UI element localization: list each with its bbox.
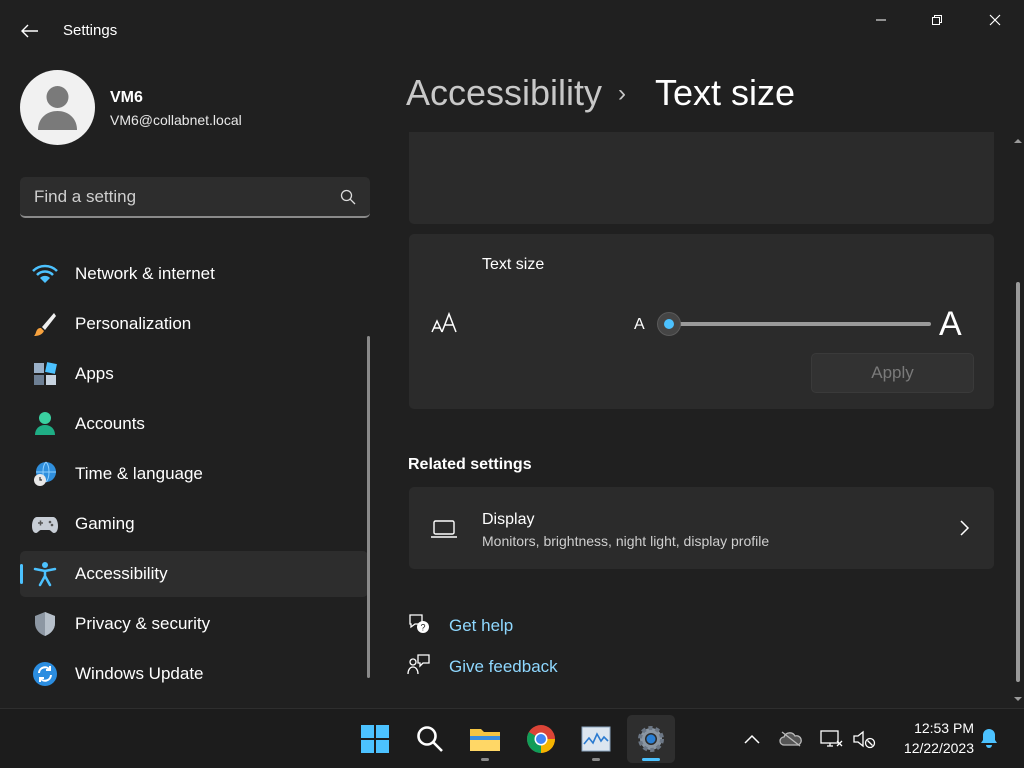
cloud-offline-icon bbox=[779, 731, 802, 747]
sidebar-nav: Network & internet Personalization Apps … bbox=[20, 251, 368, 701]
display-title: Display bbox=[482, 511, 535, 528]
apps-icon bbox=[32, 361, 58, 387]
minimize-button[interactable] bbox=[861, 8, 901, 32]
text-size-slider[interactable] bbox=[669, 322, 931, 326]
active-indicator bbox=[642, 758, 660, 761]
text-size-title: Text size bbox=[482, 256, 545, 273]
running-indicator bbox=[481, 758, 489, 761]
chevron-right-icon bbox=[960, 520, 970, 536]
start-icon bbox=[361, 725, 389, 753]
accounts-icon bbox=[32, 411, 58, 437]
scroll-up-icon[interactable] bbox=[1013, 136, 1023, 146]
text-preview-card bbox=[409, 132, 994, 224]
taskbar: 12:53 PM 12/22/2023 bbox=[0, 708, 1024, 768]
clock-time[interactable]: 12:53 PM bbox=[896, 720, 974, 736]
sidebar-item-label: Network & internet bbox=[75, 264, 215, 283]
breadcrumb-parent[interactable]: Accessibility bbox=[406, 72, 602, 114]
sidebar-item-gaming[interactable]: Gaming bbox=[20, 501, 368, 547]
volume-tray[interactable] bbox=[851, 727, 877, 751]
taskbar-chrome[interactable] bbox=[517, 715, 565, 763]
close-icon bbox=[989, 14, 1001, 26]
task-manager-icon bbox=[581, 726, 611, 752]
apply-button[interactable]: Apply bbox=[811, 353, 974, 393]
get-help-link[interactable]: Get help bbox=[449, 616, 513, 636]
arrow-left-icon bbox=[21, 24, 38, 38]
search-icon bbox=[417, 726, 443, 752]
search-box[interactable] bbox=[20, 177, 370, 218]
sidebar-item-label: Apps bbox=[75, 364, 114, 383]
network-disconnected-icon bbox=[820, 730, 843, 747]
sidebar-item-label: Time & language bbox=[75, 464, 203, 483]
sidebar-item-accounts[interactable]: Accounts bbox=[20, 401, 368, 447]
sidebar-item-personalization[interactable]: Personalization bbox=[20, 301, 368, 347]
scroll-down-icon[interactable] bbox=[1013, 694, 1023, 704]
sidebar-scrollbar[interactable] bbox=[367, 336, 370, 678]
globe-clock-icon bbox=[32, 461, 58, 487]
settings-icon bbox=[638, 726, 664, 752]
related-settings-heading: Related settings bbox=[408, 456, 532, 473]
sidebar-item-privacy-security[interactable]: Privacy & security bbox=[20, 601, 368, 647]
avatar[interactable] bbox=[20, 70, 95, 145]
chrome-icon bbox=[527, 725, 555, 753]
breadcrumb-separator: › bbox=[618, 80, 626, 107]
back-button[interactable] bbox=[18, 20, 42, 42]
page-title: Text size bbox=[655, 72, 796, 113]
taskbar-file-explorer[interactable] bbox=[461, 715, 509, 763]
title-bar: Settings bbox=[0, 0, 1024, 62]
shield-icon bbox=[32, 611, 58, 637]
restore-button[interactable] bbox=[917, 8, 957, 32]
help-icon: ? bbox=[409, 614, 429, 633]
text-size-icon bbox=[431, 311, 457, 333]
search-input[interactable] bbox=[34, 187, 334, 207]
update-icon bbox=[32, 661, 58, 687]
sidebar-item-label: Gaming bbox=[75, 514, 135, 533]
accessibility-icon bbox=[32, 561, 58, 587]
network-tray[interactable] bbox=[818, 727, 844, 751]
clock-date[interactable]: 12/22/2023 bbox=[880, 740, 974, 756]
gamepad-icon bbox=[32, 511, 58, 537]
slider-max-label: A bbox=[939, 305, 962, 343]
sidebar-item-apps[interactable]: Apps bbox=[20, 351, 368, 397]
volume-muted-icon bbox=[853, 730, 876, 749]
sidebar-item-network[interactable]: Network & internet bbox=[20, 251, 368, 297]
notification-bell-icon[interactable] bbox=[978, 727, 1000, 749]
start-button[interactable] bbox=[351, 715, 399, 763]
user-email: VM6@collabnet.local bbox=[110, 112, 242, 128]
sidebar-item-time-language[interactable]: Time & language bbox=[20, 451, 368, 497]
sidebar-item-label: Accounts bbox=[75, 414, 145, 433]
give-feedback-link[interactable]: Give feedback bbox=[449, 657, 558, 677]
app-title: Settings bbox=[63, 22, 118, 39]
sidebar-item-windows-update[interactable]: Windows Update bbox=[20, 651, 368, 697]
feedback-icon bbox=[407, 654, 430, 675]
taskbar-search[interactable] bbox=[406, 715, 454, 763]
taskbar-task-manager[interactable] bbox=[572, 715, 620, 763]
minimize-icon bbox=[876, 19, 886, 21]
show-hidden-icons-button[interactable] bbox=[739, 727, 765, 751]
person-icon bbox=[38, 86, 77, 130]
laptop-icon bbox=[431, 520, 457, 538]
user-name: VM6 bbox=[110, 89, 143, 106]
svg-text:?: ? bbox=[420, 623, 425, 633]
sidebar-item-label: Accessibility bbox=[75, 564, 168, 583]
search-icon[interactable] bbox=[340, 189, 356, 205]
scrollbar-thumb[interactable] bbox=[1016, 282, 1020, 682]
main-scrollbar[interactable] bbox=[1013, 132, 1023, 708]
sidebar-item-label: Windows Update bbox=[75, 664, 204, 683]
close-button[interactable] bbox=[975, 8, 1015, 32]
display-subtitle: Monitors, brightness, night light, displ… bbox=[482, 533, 770, 549]
slider-thumb[interactable] bbox=[657, 312, 681, 336]
sidebar-item-label: Privacy & security bbox=[75, 614, 211, 633]
taskbar-settings[interactable] bbox=[627, 715, 675, 763]
wifi-icon bbox=[32, 261, 58, 287]
onedrive-tray[interactable] bbox=[778, 727, 804, 751]
restore-icon bbox=[932, 15, 942, 25]
slider-min-label: A bbox=[634, 316, 645, 333]
running-indicator bbox=[592, 758, 600, 761]
chevron-up-icon bbox=[744, 734, 760, 744]
brush-icon bbox=[32, 311, 58, 337]
file-explorer-icon bbox=[470, 729, 500, 751]
sidebar-item-label: Personalization bbox=[75, 314, 192, 333]
sidebar-item-accessibility[interactable]: Accessibility bbox=[20, 551, 368, 597]
